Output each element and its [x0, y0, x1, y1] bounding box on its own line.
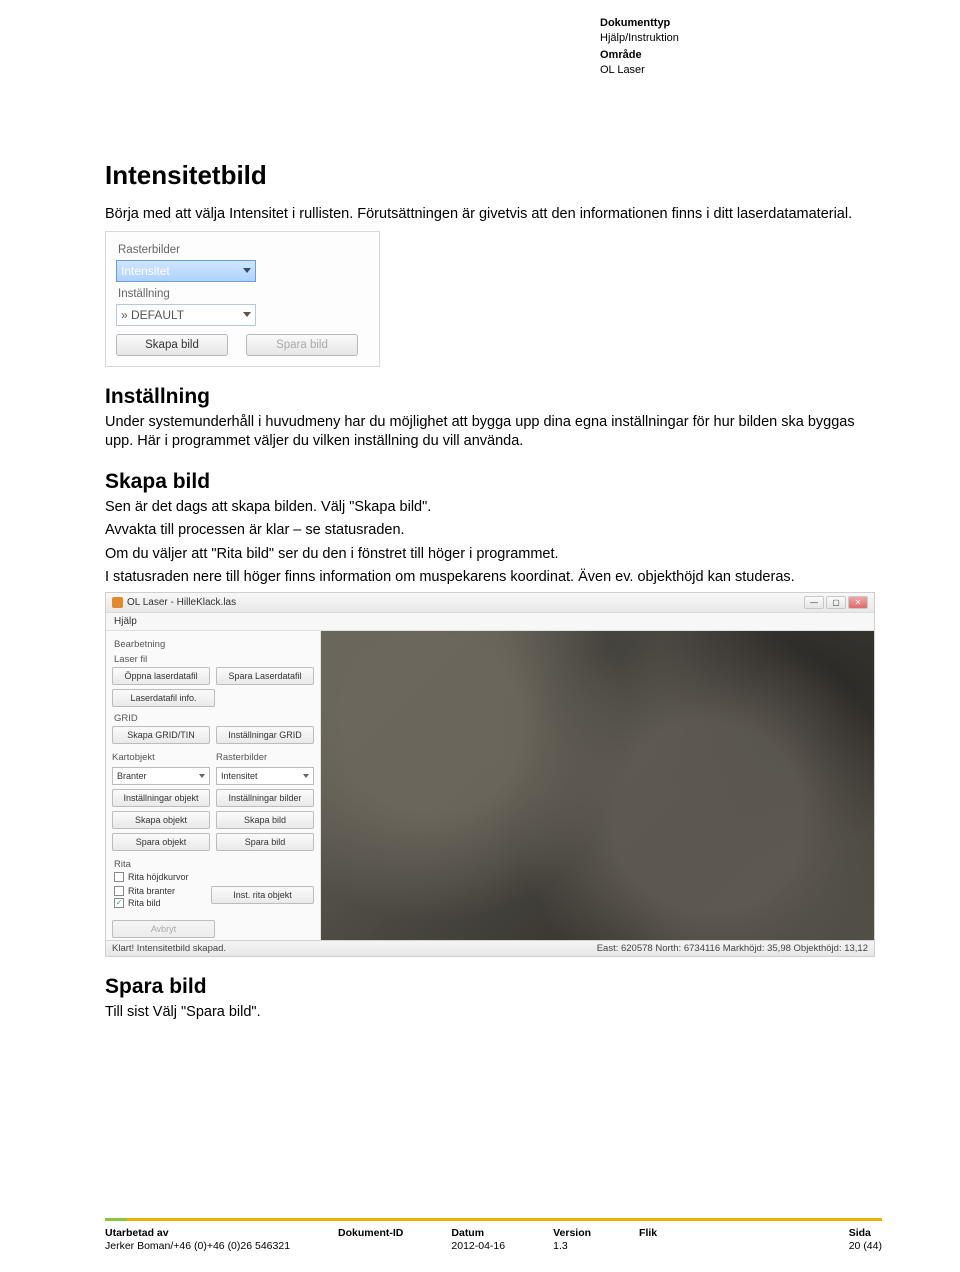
intensitet-dropdown[interactable]: Intensitet [116, 260, 256, 282]
installning-dropdown[interactable]: » DEFAULT [116, 304, 256, 326]
footer-utarbetad-value: Jerker Boman/+46 (0)+46 (0)26 546321 [105, 1240, 290, 1252]
status-left: Klart! Intensitetbild skapad. [112, 943, 226, 954]
doctype-value: Hjälp/Instruktion [600, 31, 679, 46]
footer-sida-label: Sida [849, 1227, 882, 1239]
rita-bild-checkbox[interactable]: ✓ Rita bild [114, 898, 205, 908]
rasterbilder-dropdown[interactable]: Intensitet [216, 767, 314, 785]
footer-dokumentid-label: Dokument-ID [338, 1227, 403, 1239]
footer-datum-value: 2012-04-16 [451, 1240, 505, 1252]
doctype-label: Dokumenttyp [600, 16, 679, 31]
installningar-bilder-button[interactable]: Inställningar bilder [216, 789, 314, 807]
bearbetning-label: Bearbetning [114, 639, 314, 650]
screenshot-app-window: OL Laser - HilleKlack.las — ▢ ✕ Hjälp Be… [105, 592, 875, 957]
intensity-image [321, 631, 874, 940]
avbryt-button[interactable]: Avbryt [112, 920, 215, 938]
rita-branter-label: Rita branter [128, 886, 175, 896]
spara-objekt-button[interactable]: Spara objekt [112, 833, 210, 851]
area-value: OL Laser [600, 63, 679, 78]
footer-sida-value: 20 (44) [849, 1240, 882, 1252]
section-skapa-bild: Skapa bild [105, 470, 882, 494]
section-installning: Inställning [105, 385, 882, 409]
image-viewport[interactable] [321, 631, 874, 940]
chevron-down-icon [303, 774, 309, 778]
spara-bild-button-2[interactable]: Spara bild [216, 833, 314, 851]
document-header: Dokumenttyp Hjälp/Instruktion Område OL … [600, 16, 679, 77]
checkbox-icon [114, 886, 124, 896]
footer-version-label: Version [553, 1227, 591, 1239]
footer-datum-label: Datum [451, 1227, 505, 1239]
chevron-down-icon [199, 774, 205, 778]
installning-paragraph: Under systemunderhåll i huvudmeny har du… [105, 413, 882, 452]
oppna-laserdatafil-button[interactable]: Öppna laserdatafil [112, 667, 210, 685]
status-right: East: 620578 North: 6734116 Markhöjd: 35… [597, 943, 868, 954]
footer-version-value: 1.3 [553, 1240, 591, 1252]
kartobjekt-value: Branter [117, 771, 147, 781]
skapa-grid-button[interactable]: Skapa GRID/TIN [112, 726, 210, 744]
rasterbilder-label-2: Rasterbilder [216, 752, 314, 763]
maximize-button[interactable]: ▢ [826, 596, 846, 609]
sidebar: Bearbetning Laser fil Öppna laserdatafil… [106, 631, 321, 940]
rita-bild-label: Rita bild [128, 898, 161, 908]
skapa-paragraph-2: Avvakta till processen är klar – se stat… [105, 521, 882, 541]
rita-hojdkurvor-label: Rita höjdkurvor [128, 872, 189, 882]
skapa-paragraph-4: I statusraden nere till höger finns info… [105, 568, 882, 588]
installningar-grid-button[interactable]: Inställningar GRID [216, 726, 314, 744]
rita-label: Rita [114, 859, 314, 870]
minimize-button[interactable]: — [804, 596, 824, 609]
kartobjekt-label: Kartobjekt [112, 752, 210, 763]
spara-laserdatafil-button[interactable]: Spara Laserdatafil [216, 667, 314, 685]
rita-branter-checkbox[interactable]: Rita branter [114, 886, 205, 896]
menu-hjalp[interactable]: Hjälp [114, 616, 137, 627]
page-footer: Utarbetad avJerker Boman/+46 (0)+46 (0)2… [0, 1218, 960, 1252]
skapa-bild-button-2[interactable]: Skapa bild [216, 811, 314, 829]
window-titlebar: OL Laser - HilleKlack.las — ▢ ✕ [106, 593, 874, 613]
checkbox-icon [114, 872, 124, 882]
laserdatafil-info-button[interactable]: Laserdatafil info. [112, 689, 215, 707]
spara-bild-button[interactable]: Spara bild [246, 334, 358, 356]
window-title: OL Laser - HilleKlack.las [127, 597, 236, 608]
page-title: Intensitetbild [105, 160, 882, 191]
chevron-down-icon [243, 268, 251, 273]
skapa-bild-button[interactable]: Skapa bild [116, 334, 228, 356]
rita-hojdkurvor-checkbox[interactable]: Rita höjdkurvor [114, 872, 314, 882]
menubar: Hjälp [106, 613, 874, 631]
footer-utarbetad-label: Utarbetad av [105, 1227, 290, 1239]
intro-paragraph: Börja med att välja Intensitet i rullist… [105, 205, 882, 225]
area-label: Område [600, 48, 679, 63]
chevron-down-icon [243, 312, 251, 317]
skapa-paragraph-3: Om du väljer att "Rita bild" ser du den … [105, 545, 882, 565]
section-spara-bild: Spara bild [105, 975, 882, 999]
footer-flik-label: Flik [639, 1227, 657, 1239]
skapa-objekt-button[interactable]: Skapa objekt [112, 811, 210, 829]
footer-divider [105, 1218, 882, 1221]
installning-dropdown-value: » DEFAULT [121, 308, 184, 322]
spara-paragraph: Till sist Välj "Spara bild". [105, 1003, 882, 1023]
skapa-paragraph-1: Sen är det dags att skapa bilden. Välj "… [105, 498, 882, 518]
rasterbilder-value: Intensitet [221, 771, 258, 781]
rasterbilder-label: Rasterbilder [118, 244, 369, 256]
kartobjekt-dropdown[interactable]: Branter [112, 767, 210, 785]
close-button[interactable]: ✕ [848, 596, 868, 609]
grid-label: GRID [114, 713, 314, 724]
checkbox-icon: ✓ [114, 898, 124, 908]
intensitet-dropdown-value: Intensitet [121, 264, 170, 278]
status-bar: Klart! Intensitetbild skapad. East: 6205… [106, 940, 874, 956]
installningar-objekt-button[interactable]: Inställningar objekt [112, 789, 210, 807]
inst-rita-objekt-button[interactable]: Inst. rita objekt [211, 886, 314, 904]
laserfil-label: Laser fil [114, 654, 314, 665]
app-icon [112, 597, 123, 608]
screenshot-rasterbilder-panel: Rasterbilder Intensitet Inställning » DE… [105, 231, 380, 367]
installning-label: Inställning [118, 288, 369, 300]
